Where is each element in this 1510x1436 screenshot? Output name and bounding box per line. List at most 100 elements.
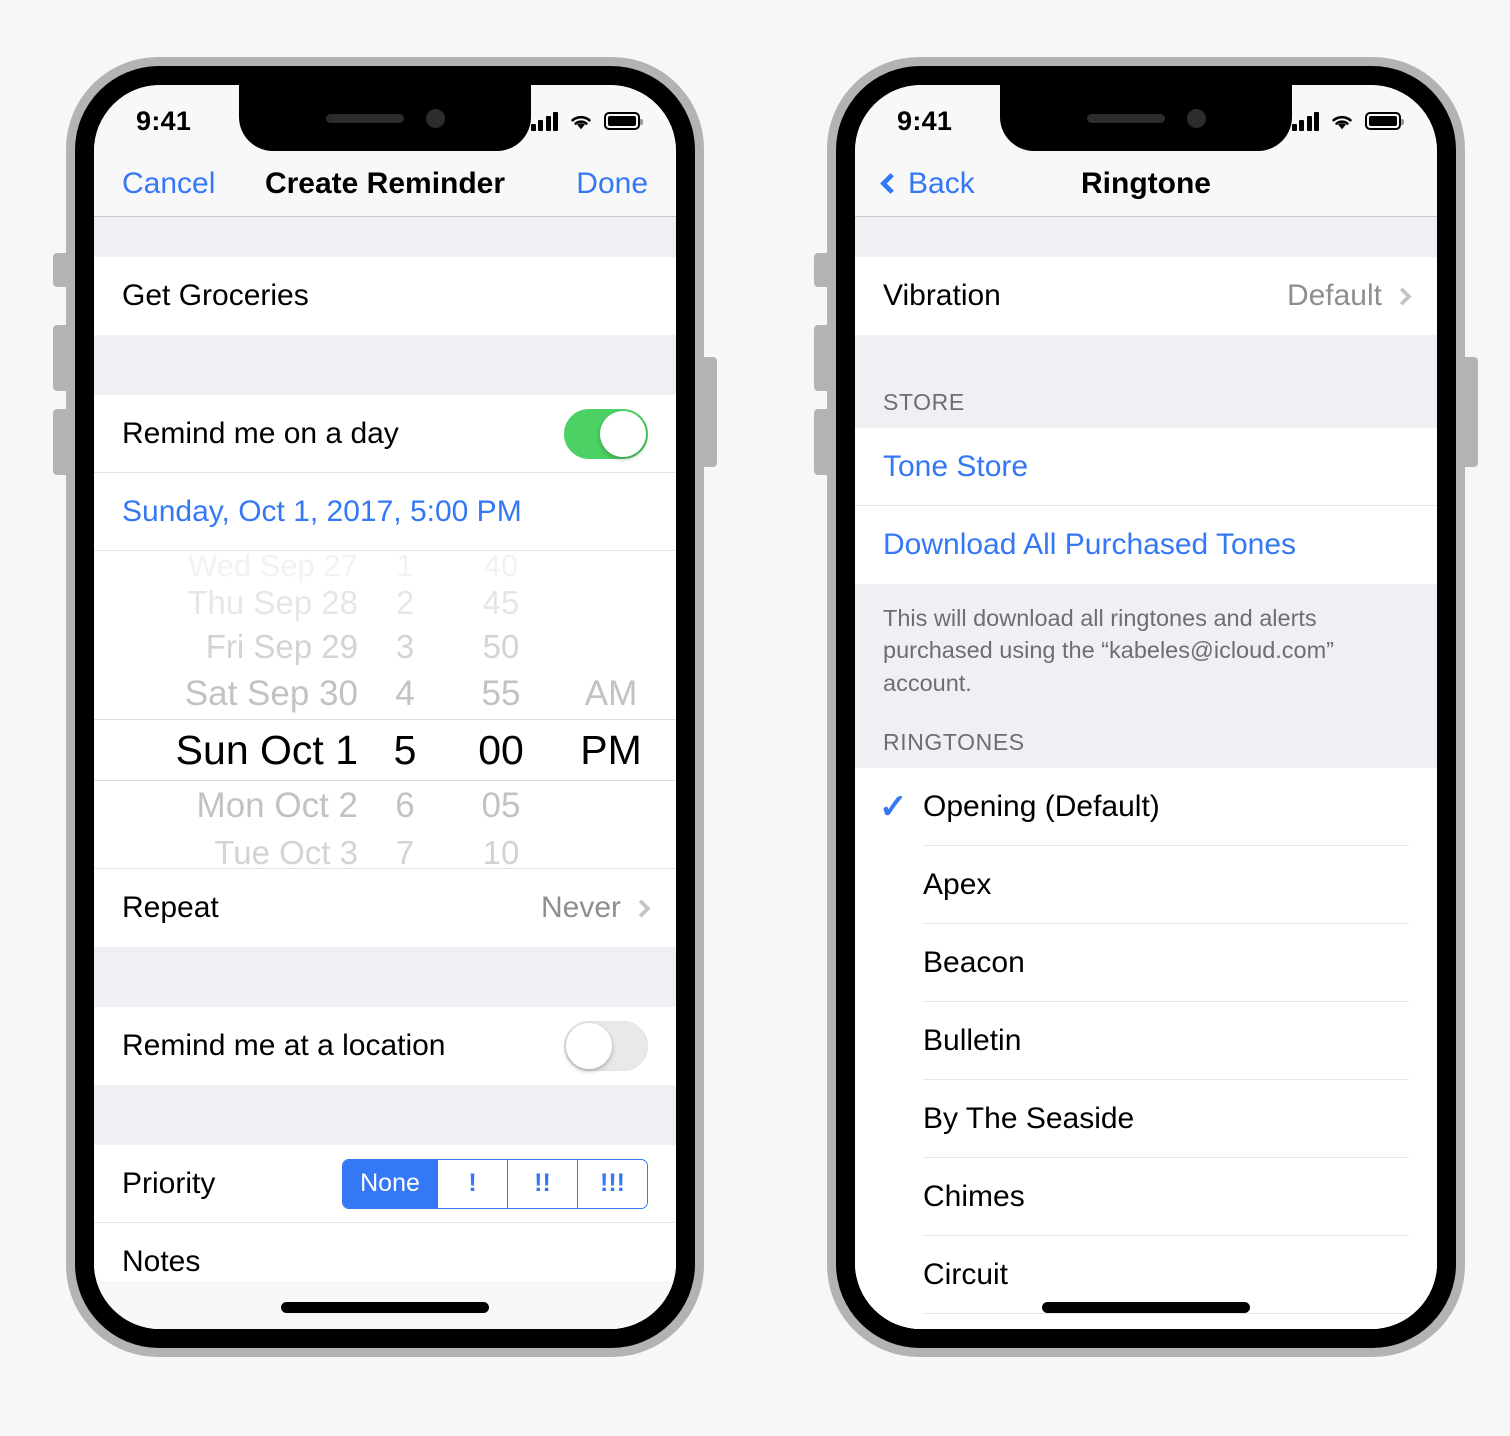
power-button[interactable]	[704, 357, 717, 467]
picker-day: Thu Sep 28	[187, 584, 358, 621]
volume-up-button[interactable]	[53, 325, 66, 391]
priority-option-none[interactable]: None	[343, 1159, 437, 1208]
front-camera-icon	[425, 108, 445, 128]
reminder-title-input[interactable]: Get Groceries	[94, 257, 676, 335]
section-gap	[855, 335, 1437, 363]
ringtone-label: Opening (Default)	[923, 768, 1409, 847]
vibration-value-wrap: Default	[1286, 279, 1412, 313]
phone-screen-left: 9:41 Cancel Create Reminder Done Get Gro…	[94, 85, 676, 1329]
phone-bezel-right: 9:41 Back Ringtone Vibration Default STO…	[836, 66, 1456, 1348]
remind-on-day-label: Remind me on a day	[122, 416, 399, 450]
ringtone-label: Bulletin	[923, 1002, 1409, 1081]
priority-segmented-control[interactable]: None ! !! !!!	[342, 1158, 648, 1209]
notch-right	[1000, 85, 1292, 151]
volume-up-button[interactable]	[814, 325, 827, 391]
chevron-right-icon	[1393, 286, 1412, 306]
status-icons	[1291, 111, 1404, 131]
priority-option-high[interactable]: !!!	[577, 1159, 647, 1208]
date-summary-value: Sunday, Oct 1, 2017, 5:00 PM	[122, 494, 522, 528]
priority-row: Priority None ! !! !!!	[94, 1145, 676, 1223]
picker-hour: 1	[396, 551, 414, 583]
ringtone-item[interactable]: Beacon	[855, 924, 1437, 1003]
cellular-bars-icon	[1291, 111, 1319, 131]
battery-full-icon	[1365, 112, 1404, 130]
reminder-title-value: Get Groceries	[122, 279, 309, 312]
ringtone-item[interactable]: Bulletin	[855, 1002, 1437, 1081]
cancel-button[interactable]: Cancel	[122, 167, 215, 201]
phone-bezel-left: 9:41 Cancel Create Reminder Done Get Gro…	[75, 66, 695, 1348]
phone-device-left: 9:41 Cancel Create Reminder Done Get Gro…	[53, 57, 717, 1357]
tone-store-row[interactable]: Tone Store	[855, 428, 1437, 506]
section-gap	[855, 217, 1437, 257]
picker-minute: 50	[482, 628, 520, 665]
done-button[interactable]: Done	[576, 167, 648, 201]
picker-row[interactable]: Mon Oct 2 6 05	[94, 781, 676, 831]
picker-hour: 6	[395, 786, 415, 825]
silent-switch-button[interactable]	[53, 253, 66, 287]
picker-minute: 55	[481, 674, 521, 713]
repeat-row[interactable]: Repeat Never	[94, 869, 676, 947]
phone-screen-right: 9:41 Back Ringtone Vibration Default STO…	[855, 85, 1437, 1329]
date-time-picker[interactable]: Wed Sep 27 1 40 Thu Sep 28 2 45 Fri Sep …	[94, 551, 676, 869]
ringtone-settings-list: Vibration Default STORE Tone Store Downl…	[855, 217, 1437, 1329]
remind-at-location-label: Remind me at a location	[122, 1029, 446, 1062]
ringtone-label: Apex	[923, 846, 1409, 925]
store-section-header: STORE	[855, 363, 1437, 428]
picker-hour: 5	[393, 726, 417, 773]
picker-row[interactable]: Thu Sep 28 2 45	[94, 581, 676, 625]
picker-minute: 40	[483, 551, 519, 583]
repeat-value-wrap: Never	[540, 891, 651, 925]
picker-minute: 05	[481, 786, 521, 825]
store-section-footer: This will download all ringtones and ale…	[855, 584, 1437, 726]
wifi-icon	[1332, 115, 1352, 129]
repeat-label: Repeat	[122, 891, 219, 924]
download-all-tones-row[interactable]: Download All Purchased Tones	[855, 506, 1437, 584]
repeat-value: Never	[540, 891, 621, 924]
chevron-left-icon	[879, 172, 902, 195]
toggle-knob	[566, 1023, 612, 1069]
download-all-tones-label: Download All Purchased Tones	[883, 528, 1297, 561]
ringtone-label: Chimes	[923, 1158, 1409, 1237]
phone-device-right: 9:41 Back Ringtone Vibration Default STO…	[814, 57, 1478, 1357]
ringtone-item-selected[interactable]: ✓ Opening (Default)	[855, 768, 1437, 847]
screenshot-stage: 9:41 Cancel Create Reminder Done Get Gro…	[0, 0, 1510, 1436]
back-button-label: Back	[908, 166, 975, 200]
picker-row[interactable]: Sat Sep 30 4 55 AM	[94, 669, 676, 719]
picker-row[interactable]: Tue Oct 3 7 10	[94, 831, 676, 868]
earpiece-speaker-icon	[325, 113, 404, 123]
home-indicator-right[interactable]	[1042, 1302, 1250, 1313]
picker-row-selected[interactable]: Sun Oct 1 5 00 PM	[94, 719, 676, 781]
picker-row[interactable]: Fri Sep 29 3 50	[94, 625, 676, 669]
ringtone-item[interactable]: Apex	[855, 846, 1437, 925]
cellular-bars-icon	[530, 111, 558, 131]
picker-day: Fri Sep 29	[205, 628, 358, 665]
picker-day: Mon Oct 2	[196, 786, 358, 825]
remind-at-location-toggle[interactable]	[564, 1021, 648, 1071]
vibration-label: Vibration	[883, 279, 1001, 312]
vibration-row[interactable]: Vibration Default	[855, 257, 1437, 335]
home-indicator-left[interactable]	[281, 1302, 489, 1313]
picker-day: Wed Sep 27	[187, 551, 358, 583]
picker-row[interactable]: Wed Sep 27 1 40	[94, 551, 676, 583]
ringtone-item[interactable]: By The Seaside	[855, 1080, 1437, 1159]
remind-on-day-toggle[interactable]	[564, 408, 648, 459]
remind-at-location-row[interactable]: Remind me at a location	[94, 1007, 676, 1085]
date-summary-row[interactable]: Sunday, Oct 1, 2017, 5:00 PM	[94, 473, 676, 551]
volume-down-button[interactable]	[814, 409, 827, 475]
chevron-right-icon	[632, 898, 651, 918]
picker-day: Sat Sep 30	[184, 674, 358, 713]
priority-option-low[interactable]: !	[437, 1159, 507, 1208]
ringtone-item[interactable]: Constellation	[855, 1314, 1437, 1329]
priority-option-medium[interactable]: !!	[507, 1159, 577, 1208]
ringtone-item[interactable]: Chimes	[855, 1158, 1437, 1237]
vibration-value: Default	[1286, 279, 1382, 312]
back-button[interactable]: Back	[879, 166, 975, 201]
picker-ampm: AM	[584, 674, 638, 713]
tone-store-label: Tone Store	[883, 449, 1029, 483]
power-button[interactable]	[1465, 357, 1478, 467]
earpiece-speaker-icon	[1086, 113, 1165, 123]
volume-down-button[interactable]	[53, 409, 66, 475]
silent-switch-button[interactable]	[814, 253, 827, 287]
status-time: 9:41	[136, 105, 192, 136]
remind-on-day-row[interactable]: Remind me on a day	[94, 395, 676, 473]
